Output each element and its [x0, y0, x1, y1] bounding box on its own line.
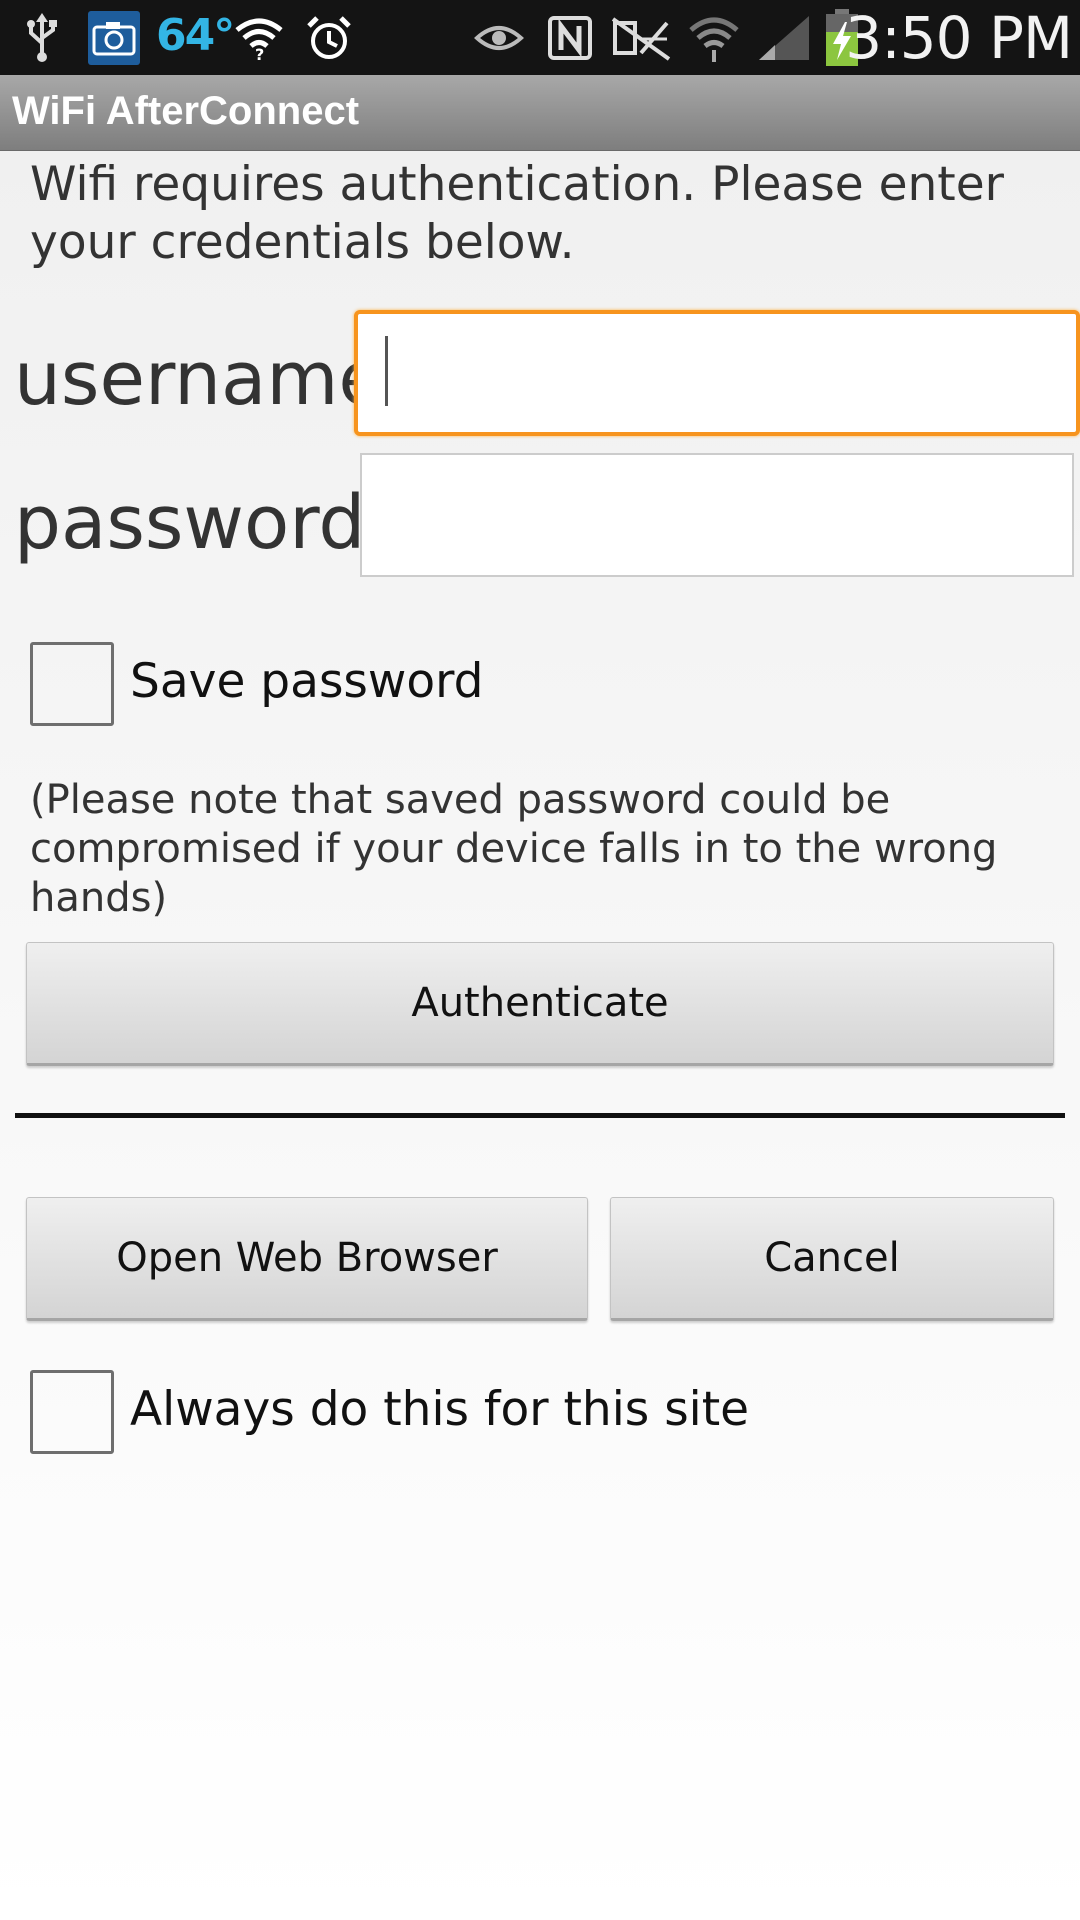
- open-web-browser-button[interactable]: Open Web Browser: [26, 1197, 588, 1321]
- no-sim-icon: [610, 12, 672, 64]
- save-password-label[interactable]: Save password: [130, 654, 483, 709]
- temperature-readout: 64°: [156, 10, 235, 61]
- divider: [15, 1113, 1065, 1118]
- password-input[interactable]: [360, 453, 1074, 577]
- save-password-checkbox[interactable]: [30, 642, 114, 726]
- security-note: (Please note that saved password could b…: [30, 777, 998, 921]
- svg-text:?: ?: [255, 45, 264, 60]
- nfc-icon: [544, 12, 596, 64]
- status-bar: 64° ? 3:50 PM: [0, 0, 1080, 75]
- wifi-question-icon: ?: [232, 12, 286, 64]
- title-bar: WiFi AfterConnect: [0, 75, 1080, 151]
- camera-icon: [88, 11, 140, 65]
- username-label: username: [14, 336, 384, 422]
- authenticate-button[interactable]: Authenticate: [26, 942, 1054, 1066]
- eye-icon: [472, 12, 526, 64]
- wifi-icon: [686, 12, 742, 64]
- app-title: WiFi AfterConnect: [12, 89, 360, 133]
- alarm-icon: [304, 12, 354, 64]
- signal-icon: [756, 12, 812, 64]
- username-input[interactable]: [354, 310, 1080, 436]
- clock: 3:50 PM: [845, 4, 1073, 72]
- always-do-this-checkbox[interactable]: [30, 1370, 114, 1454]
- open-web-browser-button-label: Open Web Browser: [116, 1235, 498, 1281]
- cancel-button-label: Cancel: [764, 1235, 900, 1281]
- cancel-button[interactable]: Cancel: [610, 1197, 1054, 1321]
- authenticate-button-label: Authenticate: [411, 980, 669, 1026]
- usb-icon: [22, 12, 62, 64]
- always-do-this-label[interactable]: Always do this for this site: [130, 1382, 749, 1437]
- password-label: password: [14, 480, 366, 566]
- text-cursor: [385, 336, 388, 406]
- instruction-text: Wifi requires authentication. Please ent…: [30, 157, 1004, 270]
